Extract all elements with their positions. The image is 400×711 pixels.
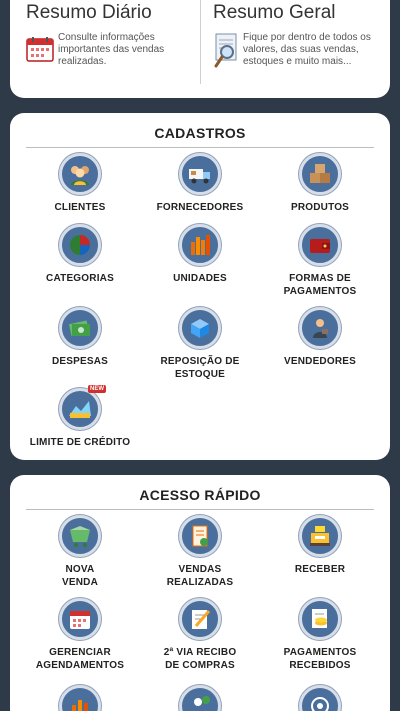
tile-gerenciar-agendamentos[interactable]: GERENCIAR AGENDAMENTOS — [20, 598, 140, 672]
tile-unidades[interactable]: UNIDADES — [140, 224, 260, 285]
boxes-icon — [299, 153, 341, 195]
wallet-icon — [299, 224, 341, 266]
daily-summary-text: Consulte informações importantes das ven… — [58, 32, 165, 67]
acesso-rapido-card: ACESSO RÁPIDO NOVA VENDA VENDAS REALIZAD… — [10, 475, 390, 711]
tile-clientes-label: CLIENTES — [54, 202, 106, 213]
tile-produtos[interactable]: PRODUTOS — [260, 153, 380, 214]
bar-chart-icon — [179, 224, 221, 266]
cart-icon — [59, 515, 101, 557]
tile-formas-pagamentos-label: FORMAS DE PAGAMENTOS — [283, 273, 357, 297]
new-badge: NEW — [88, 385, 106, 393]
tile-reposicao-estoque-label: REPOSIÇÃO DE ESTOQUE — [160, 356, 240, 380]
tile-unidades-label: UNIDADES — [173, 273, 227, 284]
tile-limite-credito[interactable]: NEW LIMITE DE CRÉDITO — [20, 385, 140, 449]
tile-limite-credito-label: LIMITE DE CRÉDITO — [29, 437, 131, 448]
add-user-icon — [179, 685, 221, 711]
truck-icon — [179, 153, 221, 195]
money-icon — [59, 307, 101, 349]
calendar-icon — [59, 598, 101, 640]
tile-fornecedores-label: FORNECEDORES — [156, 202, 244, 213]
tile-nova-venda-label: NOVA VENDA — [61, 564, 98, 588]
tile-nova-venda[interactable]: NOVA VENDA — [20, 515, 140, 589]
tile-vendas-realizadas[interactable]: VENDAS REALIZADAS — [140, 515, 260, 589]
summary-card: Resumo Diário Consulte informações impor… — [10, 0, 390, 98]
cadastros-divider — [26, 147, 374, 148]
general-summary[interactable]: Resumo Geral Fique por dentro de todos o… — [213, 2, 385, 68]
cadastros-title: CADASTROS — [154, 125, 246, 141]
bar-chart-icon — [59, 685, 101, 711]
tile-gerenciar-agendamentos-label: GERENCIAR AGENDAMENTOS — [35, 647, 125, 671]
tile-pagamentos-recebidos[interactable]: PAGAMENTOS RECEBIDOS — [260, 598, 380, 672]
seller-icon — [299, 307, 341, 349]
tile-clientes[interactable]: CLIENTES — [20, 153, 140, 214]
tile-receber-label: RECEBER — [294, 564, 346, 575]
coins-document-icon — [299, 598, 341, 640]
email-icon — [299, 685, 341, 711]
tile-produtos-label: PRODUTOS — [290, 202, 350, 213]
tile-partial-1[interactable] — [20, 685, 140, 711]
box-restock-icon — [179, 307, 221, 349]
tile-reposicao-estoque[interactable]: REPOSIÇÃO DE ESTOQUE — [140, 307, 260, 381]
acesso-rapido-title: ACESSO RÁPIDO — [139, 487, 261, 503]
daily-summary[interactable]: Resumo Diário Consulte informações impor… — [26, 2, 198, 68]
pen-document-icon — [179, 598, 221, 640]
daily-summary-title: Resumo Diário — [26, 2, 152, 23]
tile-formas-pagamentos[interactable]: FORMAS DE PAGAMENTOS — [260, 224, 380, 298]
tile-vendas-realizadas-label: VENDAS REALIZADAS — [166, 564, 234, 588]
cash-register-icon — [299, 515, 341, 557]
acesso-rapido-divider — [26, 509, 374, 510]
tile-despesas[interactable]: DESPESAS — [20, 307, 140, 368]
tile-partial-2[interactable] — [140, 685, 260, 711]
tile-segunda-via-recibo-label: 2ª VIA RECIBO DE COMPRAS — [163, 647, 237, 671]
tile-despesas-label: DESPESAS — [51, 356, 109, 367]
tile-vendedores[interactable]: VENDEDORES — [260, 307, 380, 368]
tile-fornecedores[interactable]: FORNECEDORES — [140, 153, 260, 214]
general-summary-title: Resumo Geral — [213, 2, 336, 23]
tile-segunda-via-recibo[interactable]: 2ª VIA RECIBO DE COMPRAS — [140, 598, 260, 672]
tile-receber[interactable]: RECEBER — [260, 515, 380, 576]
pie-chart-icon — [59, 224, 101, 266]
general-summary-text: Fique por dentro de todos os valores, da… — [243, 32, 371, 67]
credit-limit-icon: NEW — [59, 385, 106, 430]
users-icon — [59, 153, 101, 195]
summary-divider — [200, 0, 201, 84]
tile-vendedores-label: VENDEDORES — [283, 356, 356, 367]
tile-categorias-label: CATEGORIAS — [46, 273, 114, 284]
cadastros-card: CADASTROS CLIENTES FORNECEDORES PRODUTOS… — [10, 113, 390, 460]
calendar-icon — [26, 37, 54, 62]
tile-pagamentos-recebidos-label: PAGAMENTOS RECEBIDOS — [283, 647, 357, 671]
tile-categorias[interactable]: CATEGORIAS — [20, 224, 140, 285]
tile-partial-3[interactable] — [260, 685, 380, 711]
receipt-icon — [179, 515, 221, 557]
search-document-icon — [214, 33, 237, 68]
